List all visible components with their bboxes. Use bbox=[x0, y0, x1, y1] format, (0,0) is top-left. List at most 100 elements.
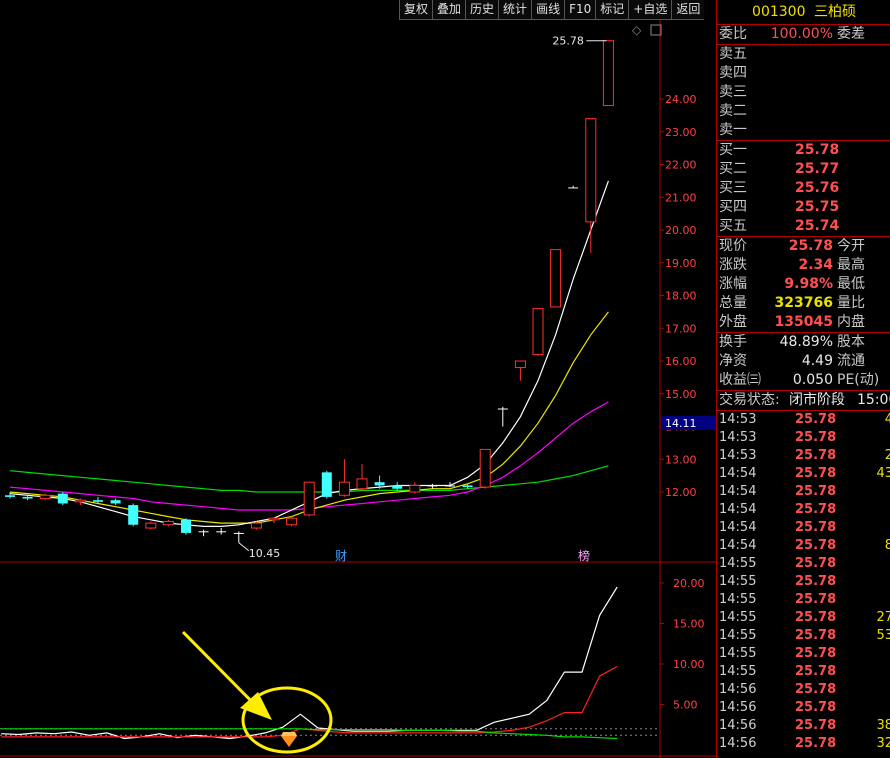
tick-volume: 38 bbox=[876, 718, 890, 733]
toolbar-button-0[interactable]: 复权 bbox=[399, 0, 433, 20]
bid-row[interactable]: 买四 25.75 bbox=[717, 198, 890, 217]
candle-body bbox=[585, 118, 597, 223]
candle-body bbox=[321, 472, 332, 497]
bid-row[interactable]: 买五 25.74 bbox=[717, 217, 890, 236]
tick-price: 25.78 bbox=[795, 430, 837, 445]
tick-time: 14:54 bbox=[719, 538, 757, 553]
toolbar-button-7[interactable]: +自选 bbox=[628, 0, 672, 20]
candle-body bbox=[550, 249, 562, 308]
finance-marker[interactable]: 财 bbox=[335, 549, 347, 563]
tick-row: 14:54 25.78 8 bbox=[717, 537, 890, 555]
candle-body bbox=[445, 485, 455, 487]
tick-row: 14:54 25.78 43 bbox=[717, 465, 890, 483]
candle-body bbox=[198, 531, 209, 533]
quote-label: 涨幅 bbox=[719, 276, 747, 292]
indicator-tick-label: 10.00 bbox=[673, 658, 705, 671]
tick-price: 25.78 bbox=[795, 592, 837, 607]
candle-body bbox=[181, 519, 191, 533]
kline-chart[interactable]: ◇ 24.00 23.00 22.00 21.00 20.00 19.00 18.00 17.0… bbox=[0, 20, 716, 758]
candle-body bbox=[93, 500, 103, 502]
bid-label: 买三 bbox=[719, 180, 747, 196]
tick-row: 14:53 25.78 bbox=[717, 429, 890, 447]
candle-body bbox=[233, 532, 244, 534]
list-marker[interactable]: 榜 bbox=[578, 548, 590, 563]
tick-time: 14:54 bbox=[719, 520, 757, 535]
tick-time: 14:55 bbox=[719, 592, 757, 607]
y-tick-label: 15.00 bbox=[665, 388, 697, 401]
fundamental-label: 净资 bbox=[719, 353, 747, 369]
ask-label: 卖二 bbox=[719, 103, 747, 119]
trade-status-time: 15:00 bbox=[857, 392, 890, 408]
tick-row: 14:54 25.78 bbox=[717, 501, 890, 519]
fundamental-label2: PE(动) bbox=[837, 372, 880, 388]
toolbar-button-4[interactable]: 画线 bbox=[531, 0, 565, 20]
ask-label: 卖五 bbox=[719, 46, 747, 62]
fundamental-stats: 换手 48.89% 股本 净资 4.49 流通 收益㈢ 0.050 PE(动) bbox=[717, 333, 890, 391]
candle-body bbox=[462, 485, 473, 488]
trade-status-row: 交易状态: 闭市阶段 15:00 bbox=[717, 391, 890, 411]
fundamental-value: 4.49 bbox=[801, 353, 833, 369]
ask-row[interactable]: 卖一 bbox=[717, 121, 890, 140]
tick-price: 25.78 bbox=[795, 628, 837, 643]
diamond-icon[interactable]: ◇ bbox=[632, 23, 642, 37]
chart-toolbar: 复权 叠加 历史 统计 画线 F10 标记 +自选 返回 bbox=[399, 0, 705, 20]
candle-body bbox=[392, 485, 403, 489]
ask-row[interactable]: 卖二 bbox=[717, 102, 890, 121]
ask-book: 卖五卖四 卖三 卖二卖一 bbox=[717, 45, 890, 141]
fundamental-row: 收益㈢ 0.050 PE(动) bbox=[717, 371, 890, 390]
tick-time: 14:55 bbox=[719, 574, 757, 589]
trade-status-value: 闭市阶段 bbox=[789, 392, 845, 408]
tick-time: 14:53 bbox=[719, 430, 757, 445]
y-tick-label: 13.00 bbox=[665, 453, 697, 466]
toolbar-button-3[interactable]: 统计 bbox=[498, 0, 532, 20]
fundamental-label: 换手 bbox=[719, 334, 747, 350]
y-tick-label: 19.00 bbox=[665, 257, 697, 270]
tick-price: 25.78 bbox=[795, 538, 837, 553]
quote-stats: 现价 25.78 今开 涨跌 2.34 最高 涨幅 9.98% 最低 总量 323766 量比 外盘 13… bbox=[717, 237, 890, 333]
tick-time: 14:54 bbox=[719, 502, 757, 517]
quote-row: 现价 25.78 今开 bbox=[717, 237, 890, 256]
candle-body bbox=[286, 517, 298, 526]
tick-time: 14:54 bbox=[719, 466, 757, 481]
candle-body bbox=[338, 481, 350, 496]
bid-row[interactable]: 买三 25.76 bbox=[717, 179, 890, 198]
tick-price: 25.78 bbox=[795, 682, 837, 697]
tick-price: 25.78 bbox=[795, 556, 837, 571]
candle-body bbox=[74, 499, 86, 503]
candle-body bbox=[250, 522, 262, 529]
candle-body bbox=[356, 478, 368, 490]
toolbar-button-5[interactable]: F10 bbox=[564, 0, 596, 20]
quote-label2: 量比 bbox=[837, 295, 865, 311]
tick-row: 14:55 25.78 bbox=[717, 573, 890, 591]
stock-code: 001300 bbox=[752, 4, 806, 20]
candle-body bbox=[145, 522, 157, 529]
bid-row[interactable]: 买一 25.78 bbox=[717, 141, 890, 160]
toolbar-button-1[interactable]: 叠加 bbox=[432, 0, 466, 20]
trade-status-label: 交易状态: bbox=[719, 392, 780, 408]
candle-body bbox=[514, 360, 526, 369]
toolbar-button-8[interactable]: 返回 bbox=[671, 0, 705, 20]
tick-volume: 8 bbox=[885, 537, 890, 555]
fundamental-value: 0.050 bbox=[792, 372, 833, 388]
toolbar-button-6[interactable]: 标记 bbox=[595, 0, 629, 20]
tick-price: 25.78 bbox=[795, 412, 837, 427]
ask-row[interactable]: 卖四 bbox=[717, 64, 890, 83]
bid-label: 买一 bbox=[719, 142, 747, 158]
toolbar-button-2[interactable]: 历史 bbox=[465, 0, 499, 20]
quote-label2: 最低 bbox=[837, 276, 865, 292]
tick-volume: 43 bbox=[876, 466, 890, 481]
tick-time: 14:56 bbox=[719, 682, 757, 697]
y-tick-label: 12.00 bbox=[665, 486, 697, 499]
tick-price: 25.78 bbox=[795, 664, 837, 679]
tick-list[interactable]: 14:53 25.78 4 14:53 25.78 14:53 25.78 2 14:54 25.… bbox=[717, 411, 890, 753]
tick-row: 14:54 25.78 bbox=[717, 519, 890, 537]
quote-row: 涨跌 2.34 最高 bbox=[717, 256, 890, 275]
bid-row[interactable]: 买二 25.77 bbox=[717, 160, 890, 179]
quote-label2: 最高 bbox=[837, 257, 865, 273]
indicator-series-line bbox=[1, 665, 618, 738]
ask-row[interactable]: 卖五 bbox=[717, 45, 890, 64]
fundamental-label2: 股本 bbox=[837, 334, 865, 350]
tick-row: 14:54 25.78 bbox=[717, 483, 890, 501]
ask-row[interactable]: 卖三 bbox=[717, 83, 890, 102]
candle-body bbox=[57, 493, 68, 504]
